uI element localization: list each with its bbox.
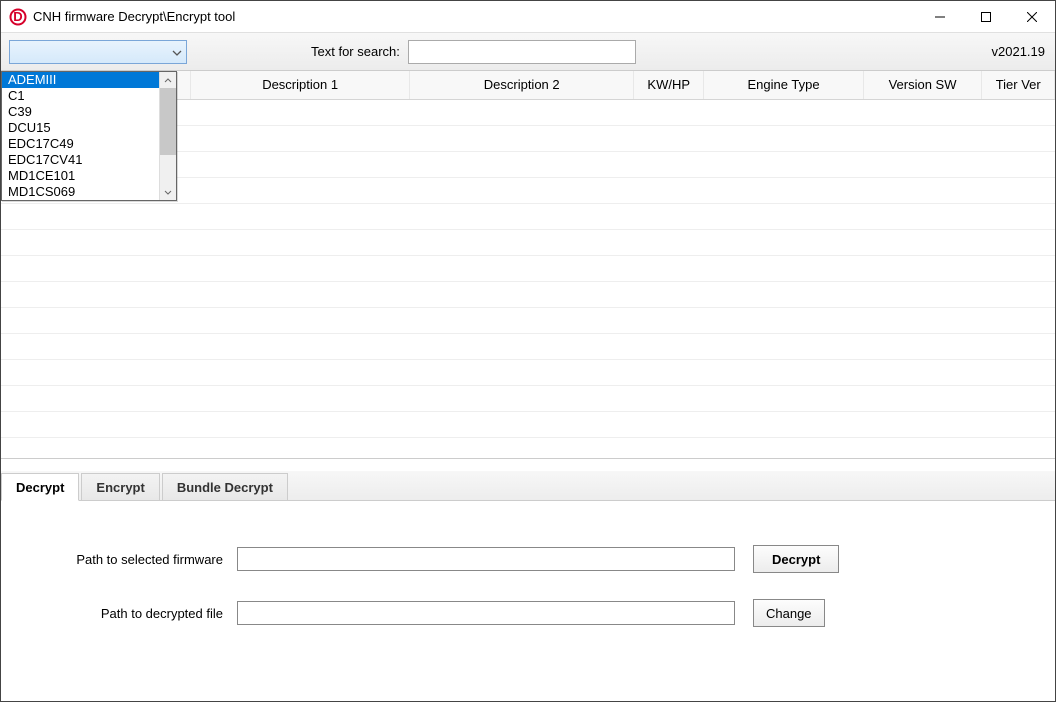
table-row[interactable] [1,411,1055,437]
row-path-decrypted: Path to decrypted file Change [33,599,1023,627]
dropdown-item[interactable]: DCU15 [2,120,159,136]
tab-encrypt[interactable]: Encrypt [81,473,159,500]
dropdown-item[interactable]: MD1CE101 [2,168,159,184]
table-row[interactable] [1,255,1055,281]
data-grid-area: Description 1 Description 2 KW/HP Engine… [1,71,1055,459]
table-row[interactable] [1,307,1055,333]
dropdown-item[interactable]: EDC17C49 [2,136,159,152]
ecu-dropdown-list[interactable]: ADEMIII C1 C39 DCU15 EDC17C49 EDC17CV41 … [1,71,177,201]
scroll-down-icon[interactable] [160,184,176,200]
col-header-desc2[interactable]: Description 2 [410,71,634,99]
path-selected-input[interactable] [237,547,735,571]
path-selected-label: Path to selected firmware [33,552,237,567]
tab-bundle-decrypt[interactable]: Bundle Decrypt [162,473,288,500]
maximize-button[interactable] [963,1,1009,33]
tab-decrypt[interactable]: Decrypt [1,473,79,501]
decrypt-button[interactable]: Decrypt [753,545,839,573]
search-label: Text for search: [311,44,400,59]
app-icon: D [9,8,27,26]
close-button[interactable] [1009,1,1055,33]
change-button[interactable]: Change [753,599,825,627]
dropdown-item[interactable]: EDC17CV41 [2,152,159,168]
table-row[interactable] [1,203,1055,229]
toolbar: Text for search: v2021.19 [1,33,1055,71]
dropdown-item[interactable]: C39 [2,104,159,120]
table-row[interactable] [1,385,1055,411]
col-header-kwhp[interactable]: KW/HP [633,71,704,99]
path-decrypted-label: Path to decrypted file [33,606,237,621]
path-decrypted-input[interactable] [237,601,735,625]
table-row[interactable] [1,333,1055,359]
bottom-panel: Decrypt Encrypt Bundle Decrypt Path to s… [1,471,1055,701]
row-path-selected: Path to selected firmware Decrypt [33,545,1023,573]
col-header-engine[interactable]: Engine Type [704,71,863,99]
col-header-tierver[interactable]: Tier Ver [982,71,1055,99]
table-row[interactable] [1,281,1055,307]
col-header-desc1[interactable]: Description 1 [190,71,410,99]
col-header-versionsw[interactable]: Version SW [863,71,982,99]
dropdown-items: ADEMIII C1 C39 DCU15 EDC17C49 EDC17CV41 … [2,72,159,200]
scroll-track[interactable] [160,88,176,184]
table-row[interactable] [1,229,1055,255]
titlebar: D CNH firmware Decrypt\Encrypt tool [1,1,1055,33]
decrypt-tab-content: Path to selected firmware Decrypt Path t… [1,501,1055,697]
dropdown-item[interactable]: C1 [2,88,159,104]
minimize-button[interactable] [917,1,963,33]
tab-bar: Decrypt Encrypt Bundle Decrypt [1,471,1055,501]
table-row[interactable] [1,359,1055,385]
dropdown-scrollbar[interactable] [159,72,176,200]
dropdown-item[interactable]: ADEMIII [2,72,159,88]
version-label: v2021.19 [992,44,1046,59]
chevron-down-icon [168,44,186,59]
scroll-thumb[interactable] [160,88,176,155]
search-input[interactable] [408,40,636,64]
window-title: CNH firmware Decrypt\Encrypt tool [33,9,235,24]
dropdown-item[interactable]: MD1CS069 [2,184,159,200]
scroll-up-icon[interactable] [160,72,176,88]
ecu-select-combo[interactable] [9,40,187,64]
svg-text:D: D [13,9,22,24]
